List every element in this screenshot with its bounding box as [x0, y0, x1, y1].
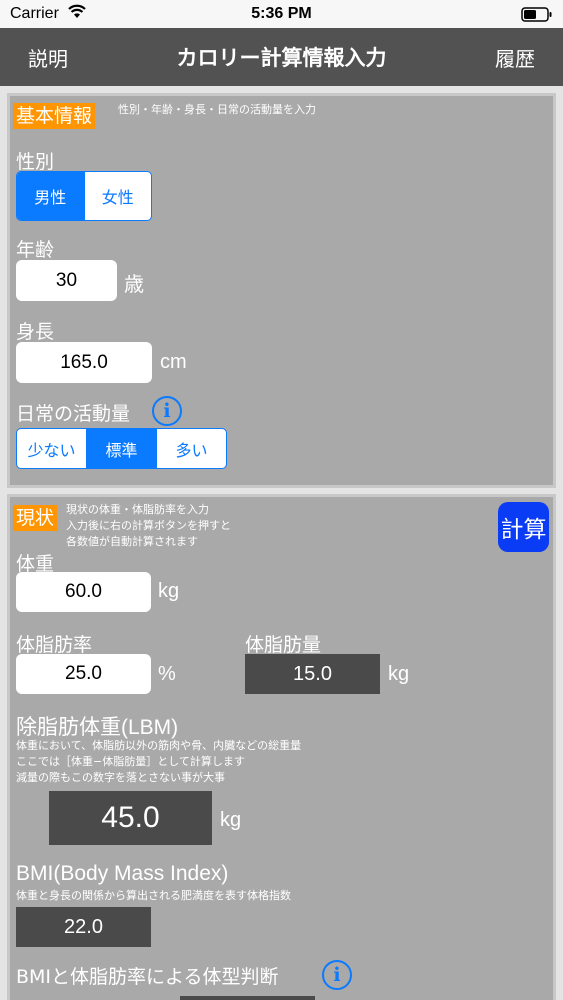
height-input[interactable]: 165.0 [16, 342, 152, 383]
basic-info-panel: 基本情報 性別・年齢・身長・日常の活動量を入力 性別 男性 女性 年齢 30 歳… [7, 93, 556, 488]
bmi-description: 体重と身長の関係から算出される肥満度を表す体格指数 [16, 889, 291, 902]
clock: 5:36 PM [251, 5, 312, 22]
lbm-output: 45.0 [49, 791, 212, 845]
current-status-hint: 現状の体重・体脂肪率を入力 入力後に右の計算ボタンを押すと 各数値が自動計算され… [66, 503, 231, 548]
lbm-description: 体重において、体脂肪以外の筋肉や骨、内臓などの総重量 ここでは［体重−体脂肪量］… [16, 739, 302, 784]
activity-segmented-control: 少ない 標準 多い [16, 428, 227, 469]
calculate-button[interactable]: 計算 [498, 502, 549, 552]
gender-segmented-control: 男性 女性 [16, 171, 152, 221]
body-type-label: BMIと体脂肪率による体型判断 [16, 966, 279, 988]
status-bar: Carrier 5:36 PM [0, 0, 563, 28]
gender-option-male[interactable]: 男性 [17, 172, 85, 220]
gender-label: 性別 [16, 151, 55, 173]
weight-input[interactable]: 60.0 [16, 572, 151, 612]
basic-info-tag: 基本情報 [13, 103, 96, 129]
weight-unit: kg [158, 580, 180, 602]
battery-icon [521, 7, 553, 27]
fat-rate-label: 体脂肪率 [16, 634, 93, 656]
current-status-panel: 現状 現状の体重・体脂肪率を入力 入力後に右の計算ボタンを押すと 各数値が自動計… [7, 494, 556, 1000]
fat-rate-unit: % [158, 663, 176, 685]
age-input[interactable]: 30 [16, 260, 117, 301]
current-status-tag: 現状 [13, 505, 58, 531]
height-label: 身長 [16, 321, 55, 343]
history-button[interactable]: 履歴 [495, 43, 535, 72]
bmi-output: 22.0 [16, 907, 151, 947]
activity-option-standard[interactable]: 標準 [87, 429, 157, 468]
fat-mass-unit: kg [388, 663, 410, 685]
gender-option-female[interactable]: 女性 [85, 172, 152, 220]
fat-mass-output: 15.0 [245, 654, 380, 694]
lbm-label: 除脂肪体重(LBM) [16, 716, 179, 739]
activity-option-low[interactable]: 少ない [17, 429, 87, 468]
lbm-unit: kg [220, 809, 242, 831]
page-title: カロリー計算情報入力 [176, 46, 387, 70]
fat-rate-input[interactable]: 25.0 [16, 654, 151, 694]
height-unit: cm [160, 351, 187, 373]
bmi-label: BMI(Body Mass Index) [16, 862, 229, 885]
age-unit: 歳 [124, 274, 144, 296]
body-type-info-icon[interactable]: i [322, 960, 352, 990]
navigation-bar: 説明 カロリー計算情報入力 履歴 [0, 28, 563, 86]
basic-info-hint: 性別・年齢・身長・日常の活動量を入力 [118, 103, 316, 116]
activity-info-icon[interactable]: i [152, 396, 182, 426]
activity-label: 日常の活動量 [16, 403, 131, 425]
age-label: 年齢 [16, 239, 55, 261]
activity-option-high[interactable]: 多い [157, 429, 226, 468]
body-type-output [180, 996, 315, 1000]
fat-mass-label: 体脂肪量 [245, 634, 322, 656]
